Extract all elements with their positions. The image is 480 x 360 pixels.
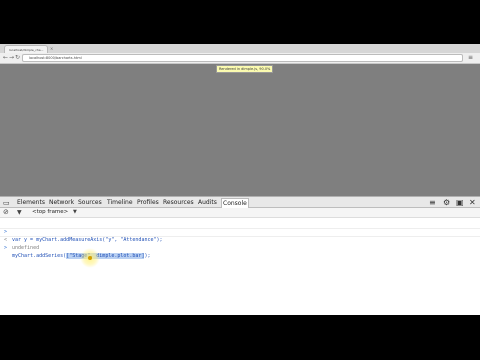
devtools-panel: ▭ Elements Network Sources Timeline Prof… xyxy=(0,196,480,315)
console-output[interactable]: > var y = myChart.addMeasureAxis("y", "A… xyxy=(0,218,480,315)
tab-profiles[interactable]: Profiles xyxy=(137,197,159,208)
tab-timeline[interactable]: Timeline xyxy=(107,197,133,208)
dock-side-icon[interactable]: ▣ xyxy=(456,198,464,208)
page-tooltip: Rendered in dimple.js, 90.0% xyxy=(216,65,274,73)
cursor-icon xyxy=(88,256,92,260)
tab-title: localhost/dimple_cha... xyxy=(9,48,44,52)
devtools-tab-bar: ▭ Elements Network Sources Timeline Prof… xyxy=(0,196,480,209)
close-icon[interactable]: ✕ xyxy=(469,198,476,208)
input-prefix: myChart.addSeries( xyxy=(12,253,67,259)
filter-icon[interactable]: ▼ xyxy=(17,208,22,217)
clear-console-icon[interactable]: ⊘ xyxy=(3,208,9,217)
address-bar[interactable]: localhost:8000/barcharts.html xyxy=(22,54,463,62)
error-icon[interactable]: ≡ xyxy=(429,198,436,208)
tab-audits[interactable]: Audits xyxy=(198,197,217,208)
browser-toolbar: ← → ↻ localhost:8000/barcharts.html ≡ xyxy=(0,53,480,64)
input-prompt-icon: > xyxy=(4,245,8,251)
url-text: localhost:8000/barcharts.html xyxy=(29,56,82,60)
tab-elements[interactable]: Elements xyxy=(17,197,45,208)
chevron-down-icon[interactable]: ▼ xyxy=(73,208,77,217)
input-suffix: ); xyxy=(144,253,151,259)
screen: localhost/dimple_cha... × ← → ↻ localhos… xyxy=(0,44,480,315)
tab-sources[interactable]: Sources xyxy=(78,197,102,208)
dock-icon[interactable]: ▭ xyxy=(3,198,10,208)
forward-arrow-icon[interactable]: → xyxy=(9,54,14,62)
console-input-line[interactable]: > myChart.addSeries(["Stage", dimple.plo… xyxy=(0,236,480,259)
console-toolbar: ⊘ ▼ <top frame> ▼ xyxy=(0,208,480,218)
gear-icon[interactable]: ⚙ xyxy=(443,198,450,208)
tab-network[interactable]: Network xyxy=(49,197,74,208)
reload-icon[interactable]: ↻ xyxy=(15,54,20,62)
back-arrow-icon[interactable]: ← xyxy=(3,54,8,62)
menu-icon[interactable]: ≡ xyxy=(468,54,473,62)
browser-tab[interactable]: localhost/dimple_cha... xyxy=(4,45,48,53)
selected-text: ["Stage", dimple.plot.bar] xyxy=(66,253,145,259)
frame-selector[interactable]: <top frame> xyxy=(32,208,68,217)
tab-close-icon[interactable]: × xyxy=(50,46,53,51)
tab-resources[interactable]: Resources xyxy=(163,197,194,208)
page-viewport: Rendered in dimple.js, 90.0% xyxy=(0,64,480,196)
tab-strip: localhost/dimple_cha... × xyxy=(0,44,480,53)
